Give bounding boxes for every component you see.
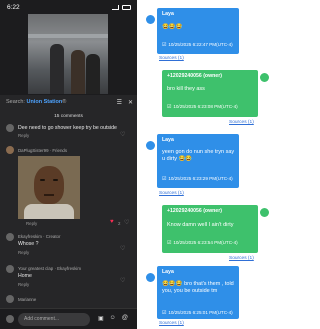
search-prefix: Search:	[6, 99, 27, 105]
message-bubble: +12029240056 (owner) Know damn well I ai…	[162, 205, 258, 253]
message-text: 😂😂😂 bro that's them , told you, you be o…	[162, 281, 234, 294]
heart-icon[interactable]: ♡	[120, 131, 125, 138]
image-icon[interactable]: ▣	[98, 315, 104, 322]
message-time-text: 10/25/2025 6:23:08 PM(UTC-4)	[173, 104, 238, 109]
comment-text: Home	[18, 273, 32, 279]
owner-avatar-icon	[260, 208, 269, 217]
status-bar: 6:22	[0, 0, 137, 14]
message-sender: Laya	[162, 11, 174, 17]
contact-avatar-icon	[146, 141, 155, 150]
add-comment-bar: Add comment... ▣ ☺ @	[0, 308, 137, 329]
emoji-icon[interactable]: ☺	[110, 315, 116, 322]
like-count: 2	[118, 221, 121, 226]
message-time: ☑ 10/25/2025 6:22:47 PM(UTC-4)	[162, 42, 233, 48]
comments-sheet: Search: Union Station® ☰ ✕ 15 comments D…	[0, 95, 137, 329]
owner-avatar-icon	[260, 73, 269, 82]
reply-link[interactable]: Reply	[18, 282, 29, 287]
message-text: bro kill they ass	[167, 86, 205, 92]
message-text: 😂😂😂	[162, 24, 183, 30]
avatar[interactable]	[6, 295, 14, 303]
message-sender: +12029240056 (owner)	[167, 73, 222, 79]
avatar[interactable]	[6, 265, 14, 273]
filter-icon[interactable]: ☰	[117, 99, 122, 106]
dislike-icon[interactable]: ♡	[124, 219, 129, 226]
photo-face	[34, 166, 64, 204]
sources-link[interactable]: Sources (1)	[159, 56, 184, 61]
heart-icon[interactable]: ♡	[120, 277, 125, 284]
person-figure	[50, 44, 64, 94]
message-time-text: 10/25/2025 6:25:01 PM(UTC-4)	[168, 310, 233, 315]
comment-text: Whose ?	[18, 241, 39, 247]
screenshot-root: 6:22 Search: Union Station® ☰ ✕ 15 comme…	[0, 0, 269, 329]
avatar	[6, 315, 14, 323]
comment-username[interactable]: Ekayfreskim · Creator	[18, 234, 60, 239]
message-bubble: Laya 😂😂😂 ☑ 10/25/2025 6:22:47 PM(UTC-4)	[157, 8, 239, 54]
photo-mouth	[44, 194, 54, 196]
sources-link[interactable]: Sources (1)	[159, 191, 184, 196]
sources-link[interactable]: Sources (1)	[229, 120, 254, 125]
check-icon: ☑	[162, 177, 167, 182]
person-figure	[86, 54, 100, 94]
message-time-text: 10/25/2025 6:23:29 PM(UTC-4)	[168, 176, 233, 181]
message-sender: +12029240056 (owner)	[167, 208, 222, 214]
avatar[interactable]	[6, 233, 14, 241]
comments-count: 15 comments	[54, 114, 83, 119]
comment-photo[interactable]	[18, 156, 80, 219]
message-sender: Laya	[162, 137, 174, 143]
signal-icon	[112, 4, 119, 10]
message-time: ☑ 10/25/2025 6:23:54 PM(UTC-4)	[167, 240, 238, 246]
platform-edge	[28, 34, 108, 38]
phone-screenshot: 6:22 Search: Union Station® ☰ ✕ 15 comme…	[0, 0, 137, 329]
check-icon: ☑	[167, 105, 172, 110]
sources-link[interactable]: Sources (1)	[159, 321, 184, 326]
message-bubble: Laya 😂😂😂 bro that's them , told you, you…	[157, 266, 239, 319]
person-figure	[71, 50, 85, 94]
message-bubble: +12029240056 (owner) bro kill they ass ☑…	[162, 70, 258, 117]
check-icon: ☑	[162, 43, 167, 48]
check-icon: ☑	[162, 311, 167, 316]
message-time: ☑ 10/25/2025 6:23:29 PM(UTC-4)	[162, 176, 233, 182]
avatar[interactable]	[6, 124, 14, 132]
search-label[interactable]: Search: Union Station®	[6, 99, 66, 105]
close-icon[interactable]: ✕	[128, 99, 133, 106]
comment-username[interactable]: Your greatest clap · Ekayfreskim	[18, 266, 81, 271]
heart-icon[interactable]: ♥	[110, 219, 114, 225]
photo-shirt	[24, 204, 74, 219]
video-thumbnail[interactable]	[28, 14, 108, 94]
reply-link[interactable]: Reply	[18, 250, 29, 255]
message-bubble: Laya yeen gon do nun she tryn say u dirt…	[157, 134, 239, 188]
contact-avatar-icon	[146, 273, 155, 282]
comment-username[interactable]: DaPlugSister99 · Friends	[18, 148, 67, 153]
mention-icon[interactable]: @	[122, 315, 128, 322]
comment-text: Dee need to go shower keep try be outsid…	[18, 125, 117, 131]
message-time-text: 10/25/2025 6:23:54 PM(UTC-4)	[173, 240, 238, 245]
message-time: ☑ 10/25/2025 6:25:01 PM(UTC-4)	[162, 310, 233, 316]
reply-link[interactable]: Reply	[18, 133, 29, 138]
search-row: Search: Union Station® ☰ ✕	[6, 97, 133, 107]
message-sender: Laya	[162, 269, 174, 275]
heart-icon[interactable]: ♡	[120, 245, 125, 252]
contact-avatar-icon	[146, 15, 155, 24]
reply-link[interactable]: Reply	[26, 221, 37, 226]
sources-link[interactable]: Sources (1)	[229, 256, 254, 261]
add-comment-icons: ▣ ☺ @	[98, 315, 128, 322]
comment-username[interactable]: Marianne	[18, 297, 36, 302]
check-icon: ☑	[167, 241, 172, 246]
search-term: Union Station	[26, 99, 63, 105]
battery-icon	[122, 4, 131, 10]
search-suffix: ®	[62, 99, 67, 105]
avatar[interactable]	[6, 146, 14, 154]
chat-transcript: Laya 😂😂😂 ☑ 10/25/2025 6:22:47 PM(UTC-4) S…	[137, 0, 269, 329]
add-comment-input[interactable]: Add comment...	[18, 313, 90, 326]
message-text: Know damn well I ain't dirty	[167, 222, 234, 228]
message-time: ☑ 10/25/2025 6:23:08 PM(UTC-4)	[167, 104, 238, 110]
photo-eye	[40, 179, 45, 181]
message-text: yeen gon do nun she tryn say u dirty 😂😂	[162, 149, 235, 162]
sheet-icons: ☰ ✕	[117, 99, 133, 106]
status-time: 6:22	[7, 3, 20, 11]
message-time-text: 10/25/2025 6:22:47 PM(UTC-4)	[168, 42, 233, 47]
photo-eye	[53, 179, 58, 181]
status-icons	[112, 4, 131, 10]
